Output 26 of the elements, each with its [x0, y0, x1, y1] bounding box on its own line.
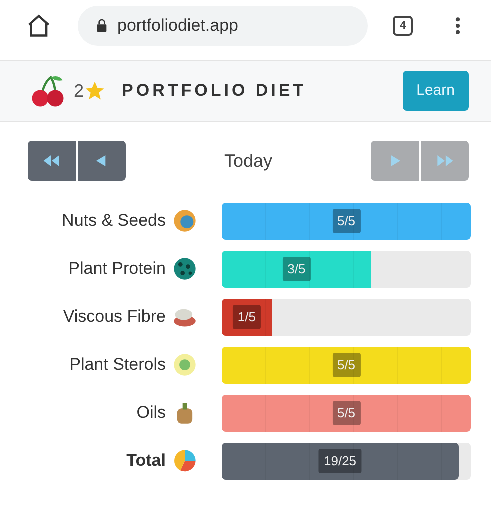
- category-label: Oils: [136, 402, 166, 424]
- total-label: Total: [126, 450, 166, 472]
- category-label: Viscous Fibre: [63, 306, 166, 328]
- tab-count[interactable]: 4: [393, 16, 413, 36]
- date-label: Today: [224, 150, 273, 173]
- beans-icon: [172, 256, 198, 282]
- star-count: 2: [74, 80, 84, 102]
- score-label: 19/25: [319, 449, 362, 473]
- pie-icon: [172, 448, 198, 474]
- previous-day-button[interactable]: [78, 141, 126, 181]
- category-label: Plant Protein: [68, 258, 166, 280]
- address-bar[interactable]: portfoliodiet.app: [78, 6, 368, 46]
- score-label: 5/5: [332, 209, 361, 233]
- first-day-button[interactable]: [28, 141, 76, 181]
- category-label: Plant Sterols: [70, 354, 166, 376]
- home-icon[interactable]: [26, 13, 52, 39]
- app-title: PORTFOLIO DIET: [122, 80, 307, 102]
- score-label: 5/5: [332, 353, 361, 377]
- score-label: 1/5: [232, 305, 261, 329]
- score-label: 3/5: [282, 257, 311, 281]
- cherry-icon: [30, 73, 66, 109]
- category-label: Nuts & Seeds: [62, 210, 166, 232]
- star-icon: [84, 80, 106, 102]
- nuts-icon: [172, 208, 198, 234]
- score-label: 5/5: [332, 401, 361, 425]
- url-text: portfoliodiet.app: [118, 15, 238, 38]
